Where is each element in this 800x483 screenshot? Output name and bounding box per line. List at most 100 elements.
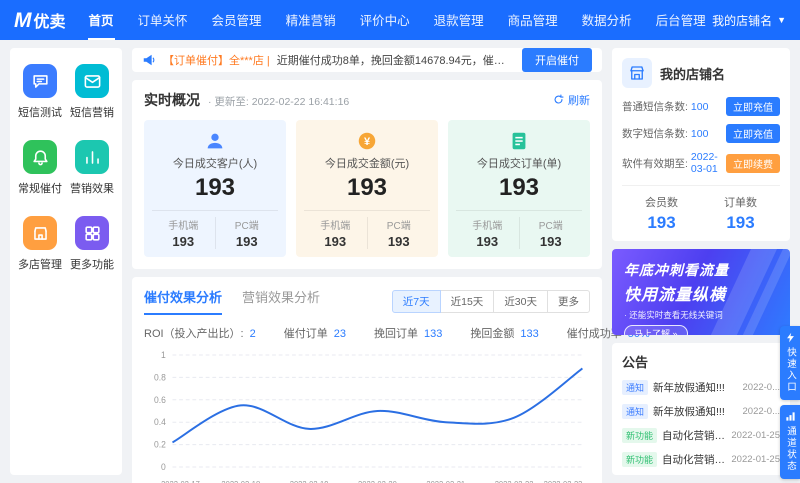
sidebar-item-label: 常规催付 (18, 183, 62, 195)
sidebar-item-more-features[interactable]: 更多功能 (68, 216, 116, 272)
sidebar-item-label: 更多功能 (70, 259, 114, 271)
nav-item-products[interactable]: 商品管理 (507, 0, 559, 40)
bell-icon (23, 140, 57, 174)
notice-item[interactable]: 通知 新年放假通知!!! 2022-0... (622, 380, 780, 395)
sidebar-item-sms-marketing[interactable]: 短信营销 (68, 64, 116, 120)
banner-cta-button[interactable]: 马上了解 » (624, 325, 688, 335)
announcements-title: 公告 (622, 355, 649, 370)
nav-item-marketing[interactable]: 精准营销 (285, 0, 337, 40)
start-reminder-button[interactable]: 开启催付 (522, 48, 592, 72)
stat-label: 今日成交订单(单) (476, 158, 562, 170)
range-15d-button[interactable]: 近15天 (439, 289, 495, 313)
lightning-icon (786, 332, 794, 343)
shop-selector-label: 我的店铺名 (712, 13, 773, 28)
range-30d-button[interactable]: 近30天 (493, 289, 548, 313)
sidebar-item-marketing-effect[interactable]: 营销效果 (68, 140, 116, 196)
svg-text:1: 1 (161, 350, 166, 360)
notice-badge: 通知 (622, 404, 649, 419)
sidebar-item-label: 多店管理 (18, 259, 62, 271)
sms-test-icon (23, 64, 57, 98)
shop-selector[interactable]: 我的店铺名 ▼ (712, 12, 786, 29)
overview-header: 实时概况 · 更新至: 2022-02-22 16:41:16 刷新 (144, 90, 590, 110)
mobile-stat: 手机端 193 (456, 217, 520, 249)
signal-icon (785, 412, 795, 421)
mobile-stat: 手机端 193 (304, 217, 368, 249)
stat-card-orders: 今日成交订单(单) 193 手机端 193 PC端 193 (448, 120, 590, 257)
nav-items: 首页 订单关怀 会员管理 精准营销 评价中心 退款管理 商品管理 数据分析 后台… (87, 0, 707, 40)
recharge-button[interactable]: 立即充值 (726, 97, 780, 116)
sidebar-item-payment-reminder[interactable]: 常规催付 (16, 140, 64, 196)
sidebar-item-multi-store[interactable]: 多店管理 (16, 216, 64, 272)
logo-text: 优卖 (33, 13, 66, 31)
row-value: 100 (690, 100, 709, 113)
metric-recovered-orders: 挽回订单 133 (374, 328, 443, 340)
yen-coin-icon: ¥ (304, 130, 430, 152)
nav-item-analytics[interactable]: 数据分析 (581, 0, 633, 40)
mobile-label: 手机端 (320, 221, 351, 232)
announcements-card: 公告 通知 新年放假通知!!! 2022-0... 通知 新年放假通知!!! 2… (612, 343, 790, 475)
nav-item-reviews[interactable]: 评价中心 (359, 0, 411, 40)
stat-label: 订单数 (724, 197, 757, 209)
stat-value: 193 (647, 213, 676, 232)
promo-banner[interactable]: 年底冲刺看流量 快用流量纵横 · 还能实时查看无线关键词 马上了解 » (612, 249, 790, 335)
stat-breakdown: 手机端 193 PC端 193 (152, 210, 278, 249)
overview-title: 实时概况 (144, 92, 200, 108)
range-more-button[interactable]: 更多 (547, 289, 590, 313)
quick-tools-sidebar: 短信测试 短信营销 常规催付 营销效果 多店管理 更多功能 (10, 48, 122, 475)
app-logo[interactable]: M 优卖 (14, 8, 66, 33)
pc-value: 193 (387, 234, 410, 249)
notice-item[interactable]: 新功能 自动化营销功能上线 2022-01-25 (622, 452, 780, 467)
notice-date: 2022-0... (742, 406, 781, 417)
document-icon (456, 130, 582, 152)
pc-stat: PC端 193 (520, 217, 583, 249)
refresh-button[interactable]: 刷新 (553, 92, 590, 108)
notice-item[interactable]: 新功能 自动化营销功能上线 2022-01-25 (622, 428, 780, 443)
pc-label: PC端 (386, 221, 411, 232)
floating-side-tabs: 快速入口 通道状态 在线咨询 (780, 326, 800, 483)
stat-value: 193 (194, 174, 236, 201)
tab-reminder-analysis[interactable]: 催付效果分析 (144, 287, 223, 315)
analysis-card: 催付效果分析 营销效果分析 近7天 近15天 近30天 更多 ROI（投入产出比… (132, 277, 650, 483)
my-shop-card: 我的店铺名 普通短信条数: 100 立即充值 数字短信条数: 100 立即充值 … (612, 48, 790, 241)
nav-item-members[interactable]: 会员管理 (211, 0, 263, 40)
range-7d-button[interactable]: 近7天 (391, 289, 441, 313)
analysis-line-chart: 00.20.40.60.812022-02-172022-02-182022-0… (154, 350, 583, 483)
nav-item-home[interactable]: 首页 (87, 0, 115, 40)
renew-button[interactable]: 立即续费 (726, 153, 780, 173)
pc-value: 193 (539, 234, 562, 249)
notice-date: 2022-01-25 (731, 454, 780, 465)
mobile-value: 193 (324, 234, 347, 249)
refresh-icon (554, 94, 564, 104)
pc-stat: PC端 193 (216, 217, 279, 249)
nav-item-order-care[interactable]: 订单关怀 (137, 0, 189, 40)
recharge-button[interactable]: 立即充值 (726, 124, 780, 143)
notice-badge: 新功能 (622, 452, 658, 467)
software-expiry-row: 软件有效期至: 2022-03-01 立即续费 (622, 151, 780, 175)
sidebar-item-sms-test[interactable]: 短信测试 (16, 64, 64, 120)
mobile-stat: 手机端 193 (152, 217, 216, 249)
stat-value: 193 (346, 174, 388, 201)
page-body: 短信测试 短信营销 常规催付 营销效果 多店管理 更多功能 【订单催付】全***… (0, 40, 800, 483)
mobile-label: 手机端 (472, 221, 503, 232)
announcement-tag: 【订单催付】全***店 | (163, 55, 270, 67)
logo-m-mark: M (14, 8, 32, 32)
notice-item[interactable]: 通知 新年放假通知!!! 2022-0... (622, 404, 780, 419)
pc-label: PC端 (538, 221, 563, 232)
realtime-overview-card: 实时概况 · 更新至: 2022-02-22 16:41:16 刷新 今日成交客… (132, 80, 602, 269)
chart-area: 00.20.40.60.812022-02-172022-02-182022-0… (144, 343, 590, 483)
notice-text: 新年放假通知!!! (653, 406, 725, 418)
nav-item-refunds[interactable]: 退款管理 (433, 0, 485, 40)
banner-headline-2: 快用流量纵横 (624, 287, 727, 304)
tab-marketing-analysis[interactable]: 营销效果分析 (242, 287, 320, 315)
notice-text: 自动化营销功能上线 (662, 454, 726, 466)
sms-balance-row: 普通短信条数: 100 立即充值 (622, 97, 780, 116)
main-content: 【订单催付】全***店 | 近期催付成功8单，挽回金额14678.94元，催付成… (132, 48, 650, 483)
channel-status-tab[interactable]: 通道状态 (780, 405, 800, 479)
stat-label: 今日成交客户(人) (172, 158, 258, 170)
notice-badge: 新功能 (622, 428, 658, 443)
nav-item-admin[interactable]: 后台管理 (655, 0, 707, 40)
quick-entry-tab[interactable]: 快速入口 (780, 326, 800, 400)
stat-card-customers: 今日成交客户(人) 193 手机端 193 PC端 193 (144, 120, 286, 257)
notice-date: 2022-01-25 (731, 430, 780, 441)
sidebar-item-label: 营销效果 (70, 183, 114, 195)
